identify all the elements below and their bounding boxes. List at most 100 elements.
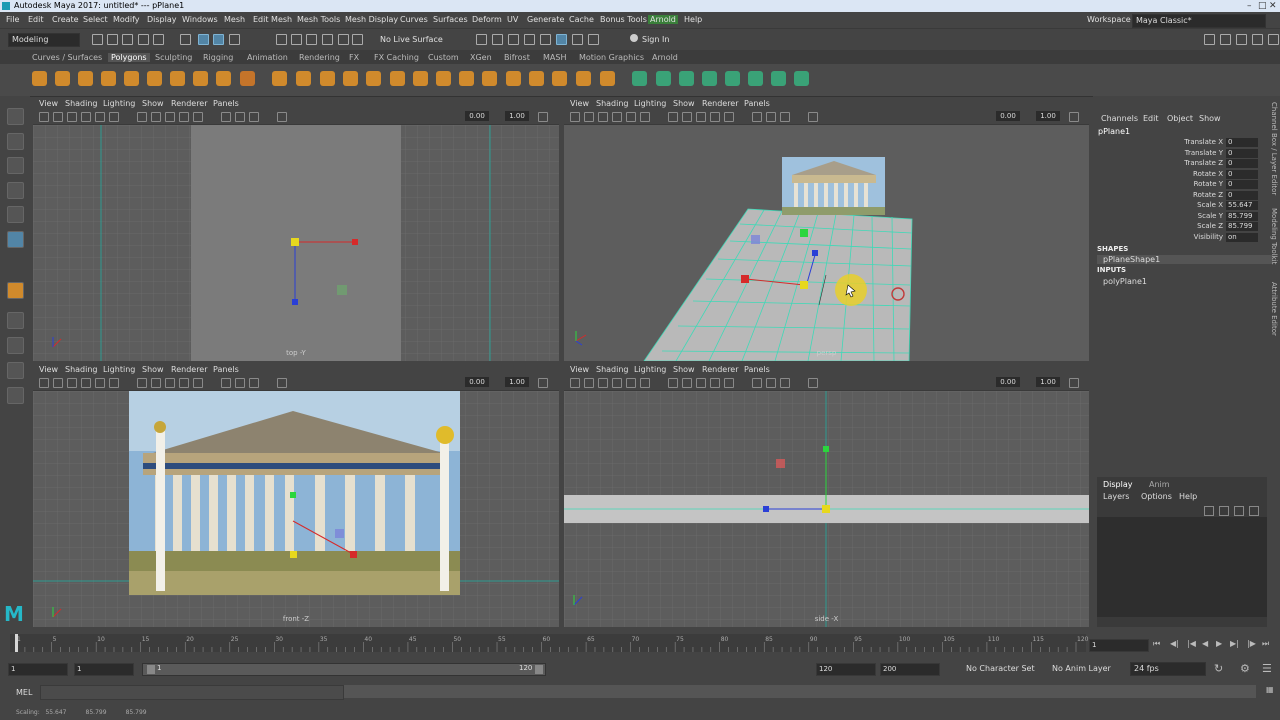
xray-joints-icon[interactable] bbox=[780, 112, 790, 122]
shelf-tab-fx-caching[interactable]: FX Caching bbox=[374, 53, 419, 62]
cb-input-item[interactable]: polyPlane1 bbox=[1103, 277, 1147, 286]
exposure-field[interactable]: 0.00 bbox=[996, 111, 1020, 121]
color-management-icon[interactable] bbox=[538, 378, 548, 388]
image-plane-icon[interactable] bbox=[81, 378, 91, 388]
film-gate-icon[interactable] bbox=[640, 378, 650, 388]
panel-menu-shading[interactable]: Shading bbox=[65, 365, 98, 374]
viewport-side[interactable]: View Shading Lighting Show Renderer Pane… bbox=[564, 365, 1089, 627]
side-tab-attribute-editor[interactable]: Attribute Editor bbox=[1270, 282, 1278, 336]
boolean-icon[interactable] bbox=[343, 71, 358, 86]
render-settings-icon[interactable] bbox=[540, 34, 551, 45]
shelf-tab-polygons[interactable]: Polygons bbox=[108, 53, 150, 62]
grid-icon[interactable] bbox=[626, 112, 636, 122]
menu-edit[interactable]: Edit bbox=[28, 15, 44, 24]
script-language-label[interactable]: MEL bbox=[16, 688, 32, 697]
arnold-render-icon[interactable] bbox=[572, 34, 583, 45]
side-tab-channel-box[interactable]: Channel Box / Layer Editor bbox=[1270, 102, 1278, 195]
channel-box-icon[interactable] bbox=[1268, 34, 1279, 45]
menu-generate[interactable]: Generate bbox=[527, 15, 564, 24]
menu-edit-mesh[interactable]: Edit Mesh bbox=[253, 15, 292, 24]
panel-menu-panels[interactable]: Panels bbox=[744, 365, 770, 374]
panel-menu-lighting[interactable]: Lighting bbox=[634, 365, 666, 374]
menu-mesh-tools[interactable]: Mesh Tools bbox=[297, 15, 340, 24]
snap-surface-icon[interactable] bbox=[352, 34, 363, 45]
bookmark-icon[interactable] bbox=[598, 112, 608, 122]
color-management-icon[interactable] bbox=[538, 112, 548, 122]
selection-mask-icon[interactable] bbox=[229, 34, 240, 45]
grid-icon[interactable] bbox=[95, 378, 105, 388]
smooth-icon[interactable] bbox=[320, 71, 335, 86]
color-management-icon[interactable] bbox=[1069, 112, 1079, 122]
camera-icon[interactable] bbox=[39, 378, 49, 388]
playback-speed-icon[interactable]: ⚙ bbox=[1240, 662, 1250, 675]
menu-cache[interactable]: Cache bbox=[569, 15, 594, 24]
menu-windows[interactable]: Windows bbox=[182, 15, 218, 24]
exposure-icon[interactable] bbox=[808, 378, 818, 388]
play-forward-icon[interactable]: ▶ bbox=[1216, 639, 1222, 648]
cb-shape-item[interactable]: pPlaneShape1 bbox=[1097, 255, 1273, 264]
wireframe-icon[interactable] bbox=[137, 112, 147, 122]
film-gate-icon[interactable] bbox=[640, 112, 650, 122]
smooth-shade-icon[interactable] bbox=[682, 112, 692, 122]
panel-menu-view[interactable]: View bbox=[570, 365, 589, 374]
move-layer-down-icon[interactable] bbox=[1219, 506, 1229, 516]
color-management-icon[interactable] bbox=[1069, 378, 1079, 388]
cb-attr-row[interactable]: Rotate X0 bbox=[1093, 170, 1273, 180]
xray-icon[interactable] bbox=[235, 112, 245, 122]
cb-attr-row[interactable]: Rotate Z0 bbox=[1093, 191, 1273, 201]
move-layer-up-icon[interactable] bbox=[1204, 506, 1214, 516]
menu-select[interactable]: Select bbox=[83, 15, 108, 24]
shelf-tab-rendering[interactable]: Rendering bbox=[299, 53, 340, 62]
lights-icon[interactable] bbox=[710, 378, 720, 388]
snap-grid-icon[interactable] bbox=[276, 34, 287, 45]
menu-display[interactable]: Display bbox=[147, 15, 177, 24]
cb-attr-row[interactable]: Scale Z 85.799 bbox=[1093, 222, 1273, 232]
uv-editor-icon[interactable] bbox=[725, 71, 740, 86]
panel-menu-lighting[interactable]: Lighting bbox=[103, 365, 135, 374]
poly-cone-icon[interactable] bbox=[101, 71, 116, 86]
start-time-field[interactable]: 1 bbox=[8, 663, 68, 676]
panel-menu-show[interactable]: Show bbox=[142, 365, 164, 374]
cylindrical-mapping-icon[interactable] bbox=[656, 71, 671, 86]
cb-attr-row[interactable]: Scale X 55.647 bbox=[1093, 201, 1273, 211]
poly-pipe-icon[interactable] bbox=[193, 71, 208, 86]
fps-dropdown[interactable]: 24 fps bbox=[1130, 662, 1206, 676]
layer-tab-anim[interactable]: Anim bbox=[1149, 480, 1170, 489]
panel-menu-renderer[interactable]: Renderer bbox=[702, 99, 739, 108]
panel-menu-shading[interactable]: Shading bbox=[65, 99, 98, 108]
new-scene-icon[interactable] bbox=[92, 34, 103, 45]
modeling-toolkit-icon[interactable] bbox=[1220, 34, 1231, 45]
fill-hole-icon[interactable] bbox=[529, 71, 544, 86]
current-time-indicator[interactable] bbox=[15, 634, 18, 652]
camera-attributes-icon[interactable] bbox=[584, 378, 594, 388]
menu-uv[interactable]: UV bbox=[507, 15, 518, 24]
range-slider[interactable]: 1 120 bbox=[142, 663, 546, 676]
workspace-dropdown[interactable]: Maya Classic* bbox=[1132, 14, 1266, 28]
extrude-icon[interactable] bbox=[390, 71, 405, 86]
merge-icon[interactable] bbox=[459, 71, 474, 86]
shelf-tab-fx[interactable]: FX bbox=[349, 53, 359, 62]
top-view-canvas[interactable]: top -Y bbox=[33, 125, 559, 361]
shelf-tab-xgen[interactable]: XGen bbox=[470, 53, 492, 62]
camera-icon[interactable] bbox=[39, 112, 49, 122]
side-view-canvas[interactable]: side -X bbox=[564, 391, 1089, 627]
new-layer-selected-icon[interactable] bbox=[1249, 506, 1259, 516]
combine-icon[interactable] bbox=[272, 71, 287, 86]
automatic-mapping-icon[interactable] bbox=[702, 71, 717, 86]
lights-icon[interactable] bbox=[710, 112, 720, 122]
poly-plane-icon[interactable] bbox=[124, 71, 139, 86]
viewport-persp[interactable]: View Shading Lighting Show Renderer Pane… bbox=[564, 99, 1089, 361]
cb-tab-object[interactable]: Object bbox=[1167, 114, 1193, 123]
gamma-field[interactable]: 1.00 bbox=[505, 377, 529, 387]
four-view-layout-icon[interactable] bbox=[7, 337, 24, 354]
poly-cylinder-icon[interactable] bbox=[78, 71, 93, 86]
planar-mapping-icon[interactable] bbox=[632, 71, 647, 86]
play-backward-icon[interactable]: ◀ bbox=[1202, 639, 1208, 648]
film-gate-icon[interactable] bbox=[109, 378, 119, 388]
minimize-icon[interactable]: – bbox=[1247, 0, 1252, 12]
menu-create[interactable]: Create bbox=[52, 15, 79, 24]
xray-joints-icon[interactable] bbox=[249, 112, 259, 122]
range-slider-start-handle[interactable] bbox=[147, 665, 155, 674]
xray-icon[interactable] bbox=[766, 112, 776, 122]
playback-start-field[interactable]: 1 bbox=[74, 663, 134, 676]
